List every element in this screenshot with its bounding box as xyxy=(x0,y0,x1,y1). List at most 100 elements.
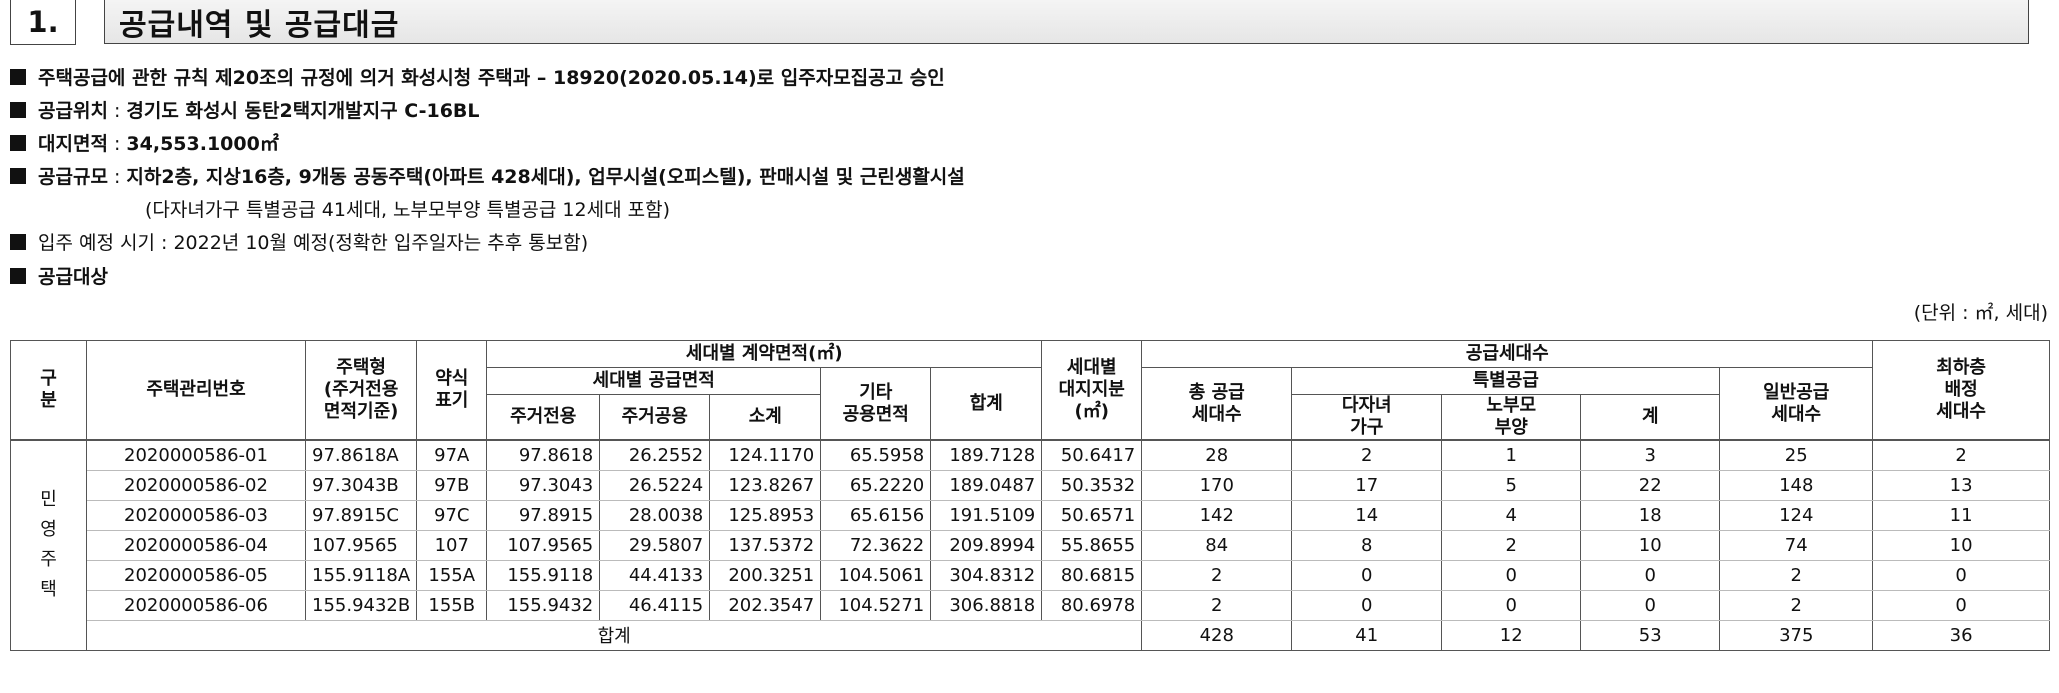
table-cell: 2 xyxy=(1291,440,1443,471)
info-location: 공급위치 : 경기도 화성시 동탄2택지개발지구 C-16BL xyxy=(10,99,480,123)
table-cell: 107 xyxy=(416,530,488,561)
table-cell: 2020000586-02 xyxy=(86,470,306,501)
header-contract-area: 세대별 계약면적(㎡) xyxy=(486,340,1043,368)
table-cell: 155.9118A xyxy=(304,560,418,591)
table-cell: 0 xyxy=(1291,560,1443,591)
info-scale-sub: (다자녀가구 특별공급 41세대, 노부모부양 특별공급 12세대 포함) xyxy=(145,199,670,221)
table-cell: 97.8618A xyxy=(304,440,418,471)
table-cell: 2020000586-05 xyxy=(86,560,306,591)
table-cell: 50.6417 xyxy=(1041,440,1143,471)
unit-label: (단위 : ㎡, 세대) xyxy=(1913,302,2048,324)
header-supply-units: 공급세대수 xyxy=(1141,340,1874,368)
table-cell: 209.8994 xyxy=(930,530,1043,561)
header-elderly: 노부모 부양 xyxy=(1441,394,1582,441)
header-multi-child: 다자녀 가구 xyxy=(1291,394,1443,441)
header-sum: 합계 xyxy=(930,367,1043,441)
header-special: 특별공급 xyxy=(1291,367,1721,395)
table-cell: 155A xyxy=(416,560,488,591)
table-cell: 46.4115 xyxy=(599,590,711,621)
table-cell: 124.1170 xyxy=(709,440,822,471)
bullet-square-icon xyxy=(10,69,26,85)
header-gubun: 구 분 xyxy=(10,340,87,441)
header-abbr: 약식 표기 xyxy=(416,340,488,441)
table-cell: 306.8818 xyxy=(930,590,1043,621)
total-row: 합계 428 41 12 53 375 36 xyxy=(11,619,2050,651)
table-cell: 50.3532 xyxy=(1041,470,1143,501)
table-cell: 14 xyxy=(1291,500,1443,531)
table-cell: 189.0487 xyxy=(930,470,1043,501)
table-cell: 28 xyxy=(1141,440,1293,471)
header-land-share: 세대별 대지지분 (㎡) xyxy=(1041,340,1143,441)
table-cell: 2020000586-03 xyxy=(86,500,306,531)
header-special-total: 계 xyxy=(1580,394,1721,441)
table-cell: 26.2552 xyxy=(599,440,711,471)
table-row: 2020000586-06 155.9432B 155B 155.9432 46.411… xyxy=(11,590,2050,621)
header-other-common: 기타 공용면적 xyxy=(820,367,932,441)
table-cell: 2020000586-06 xyxy=(86,590,306,621)
table-cell: 17 xyxy=(1291,470,1443,501)
table-cell: 13 xyxy=(1872,470,2050,501)
table-cell: 0 xyxy=(1441,560,1582,591)
bullet-square-icon xyxy=(10,102,26,118)
table-cell: 10 xyxy=(1580,530,1721,561)
bullet-square-icon xyxy=(10,168,26,184)
table-cell: 74 xyxy=(1719,530,1874,561)
table-cell: 97.3043B xyxy=(304,470,418,501)
table-cell: 18 xyxy=(1580,500,1721,531)
table-cell: 97.8915 xyxy=(486,500,601,531)
table-cell: 29.5807 xyxy=(599,530,711,561)
header-total-supply: 총 공급 세대수 xyxy=(1141,367,1293,441)
table-cell: 3 xyxy=(1580,440,1721,471)
header-exclusive: 주거전용 xyxy=(486,394,601,441)
table-cell: 25 xyxy=(1719,440,1874,471)
table-cell: 4 xyxy=(1441,500,1582,531)
table-cell: 97C xyxy=(416,500,488,531)
table-cell: 84 xyxy=(1141,530,1293,561)
table-cell: 2 xyxy=(1719,590,1874,621)
table-cell: 2 xyxy=(1441,530,1582,561)
table-cell: 2 xyxy=(1872,440,2050,471)
table-cell: 2020000586-04 xyxy=(86,530,306,561)
table-cell: 97.3043 xyxy=(486,470,601,501)
table-cell: 50.6571 xyxy=(1041,500,1143,531)
table-cell: 170 xyxy=(1141,470,1293,501)
total-cell: 375 xyxy=(1719,619,1874,651)
info-move-in: 입주 예정 시기 : 2022년 10월 예정(정확한 입주일자는 추후 통보함… xyxy=(10,231,588,255)
table-cell: 65.5958 xyxy=(820,440,932,471)
table-cell: 155.9432B xyxy=(304,590,418,621)
header-lowest-floor: 최하층 배정 세대수 xyxy=(1872,340,2050,441)
table-cell: 1 xyxy=(1441,440,1582,471)
table-cell: 104.5271 xyxy=(820,590,932,621)
table-cell: 80.6815 xyxy=(1041,560,1143,591)
table-cell: 72.3622 xyxy=(820,530,932,561)
table-cell: 202.3547 xyxy=(709,590,822,621)
section-title: 공급내역 및 공급대금 xyxy=(104,0,2029,44)
table-cell: 155B xyxy=(416,590,488,621)
table-cell: 2 xyxy=(1719,560,1874,591)
table-cell: 28.0038 xyxy=(599,500,711,531)
bullet-square-icon xyxy=(10,268,26,284)
table-cell: 0 xyxy=(1291,590,1443,621)
table-cell: 0 xyxy=(1580,590,1721,621)
table-row: 2020000586-02 97.3043B 97B 97.3043 26.5224 12… xyxy=(11,470,2050,501)
table-cell: 97.8915C xyxy=(304,500,418,531)
table-cell: 97B xyxy=(416,470,488,501)
table-cell: 0 xyxy=(1872,590,2050,621)
supply-table: 구 분 주택관리번호 주택형 (주거전용 면적기준) 약식 표기 세대별 계약면… xyxy=(10,340,2050,651)
table-cell: 107.9565 xyxy=(486,530,601,561)
table-cell: 65.6156 xyxy=(820,500,932,531)
table-cell: 11 xyxy=(1872,500,2050,531)
section-number: 1. xyxy=(10,0,76,45)
total-cell: 36 xyxy=(1872,619,2050,651)
table-cell: 191.5109 xyxy=(930,500,1043,531)
total-cell: 12 xyxy=(1441,619,1582,651)
table-cell: 104.5061 xyxy=(820,560,932,591)
bullet-square-icon xyxy=(10,135,26,151)
table-cell: 2 xyxy=(1141,590,1293,621)
bullet-square-icon xyxy=(10,234,26,250)
table-cell: 0 xyxy=(1441,590,1582,621)
info-approval: 주택공급에 관한 규칙 제20조의 규정에 의거 화성시청 주택과 – 1892… xyxy=(10,66,945,90)
table-cell: 97A xyxy=(416,440,488,471)
table-cell: 123.8267 xyxy=(709,470,822,501)
table-cell: 8 xyxy=(1291,530,1443,561)
